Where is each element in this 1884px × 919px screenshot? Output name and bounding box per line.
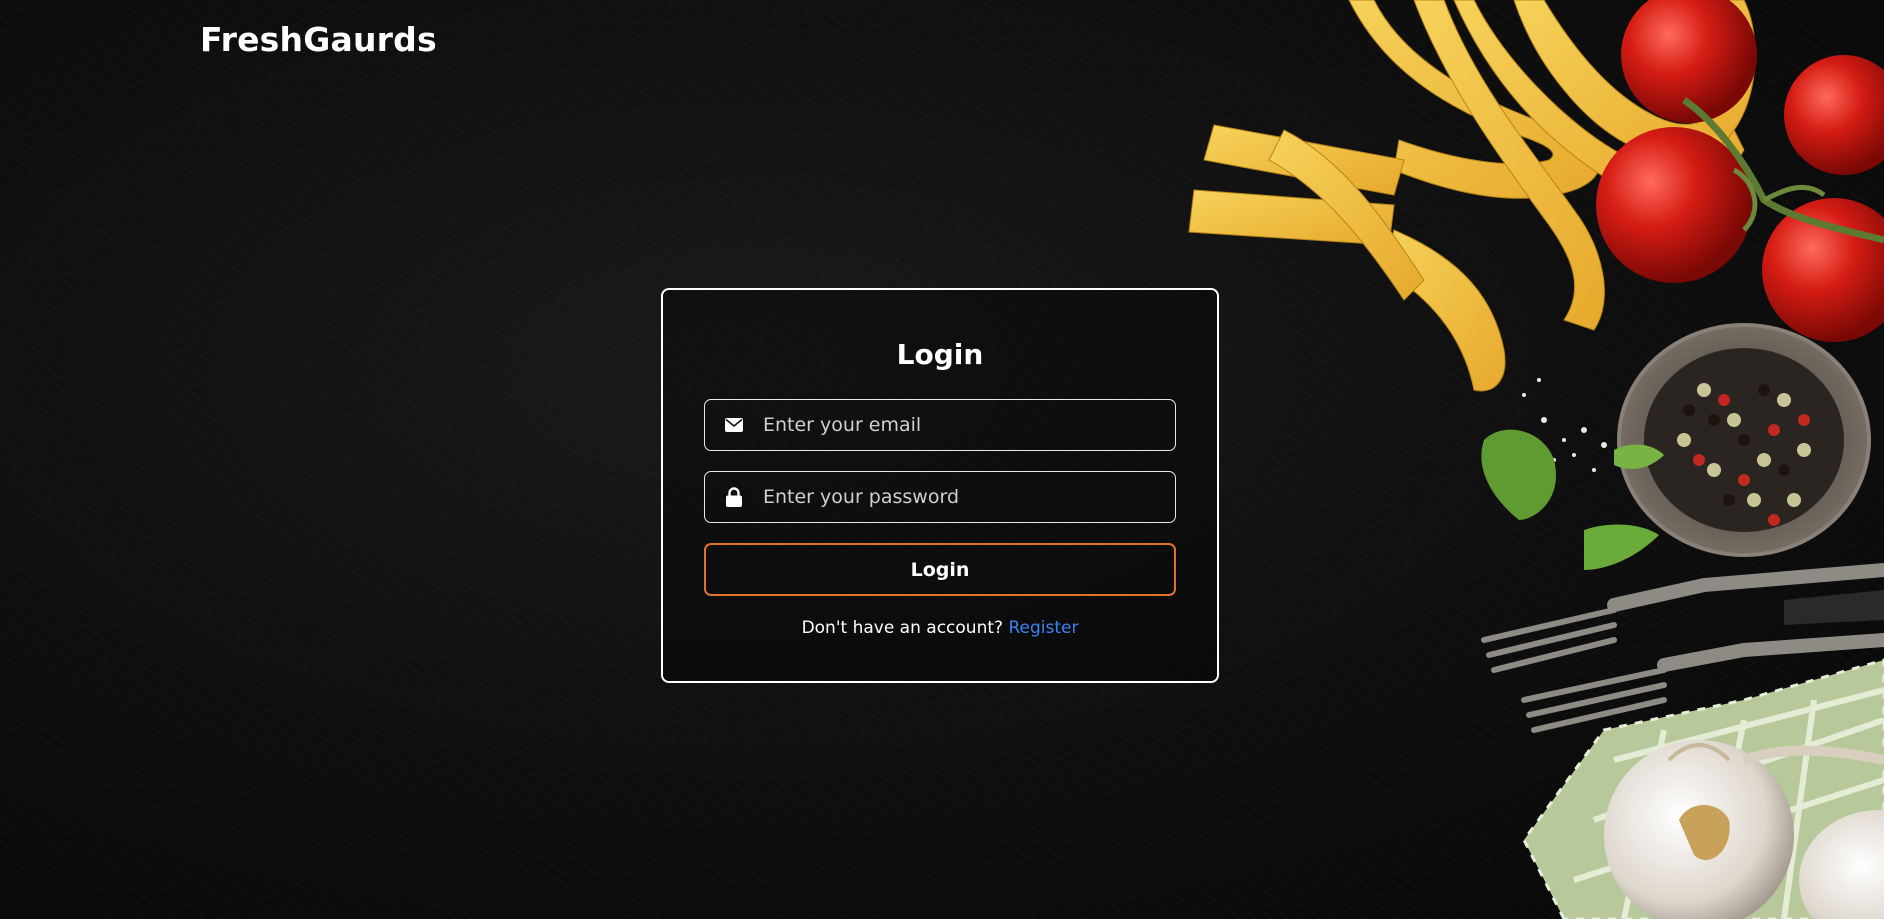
tomatoes (1596, 0, 1884, 342)
email-field[interactable] (704, 399, 1176, 451)
login-page: FreshGaurds Login Login Don't h (0, 0, 1884, 919)
login-title: Login (896, 338, 984, 371)
lock-icon (705, 487, 763, 507)
peppercorn-bowl (1617, 323, 1871, 557)
password-field[interactable] (704, 471, 1176, 523)
envelope-icon (705, 418, 763, 432)
login-card: Login Login Don't have an account? (661, 288, 1219, 683)
register-link[interactable]: Register (1008, 618, 1078, 638)
register-prompt: Don't have an account? Register (704, 618, 1176, 638)
brand-logo[interactable]: FreshGaurds (200, 20, 437, 59)
password-input[interactable] (763, 486, 1175, 508)
email-input[interactable] (763, 414, 1175, 436)
food-background-image (1188, 0, 1884, 919)
register-prompt-text: Don't have an account? (801, 618, 1004, 638)
login-button[interactable]: Login (704, 543, 1176, 596)
